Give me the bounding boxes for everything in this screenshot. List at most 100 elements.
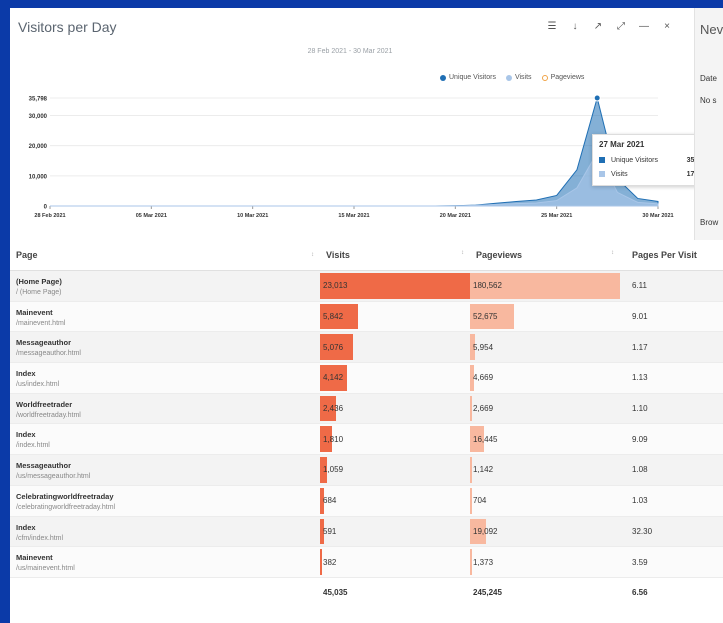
total-pages-per-visit: 6.56 [632, 588, 648, 598]
tooltip-row: Visits 17,682 [599, 167, 708, 181]
pageviews-cell: 704 [470, 486, 620, 516]
visits-value: 4,142 [323, 373, 344, 383]
table-row[interactable]: Index/cfm/index.html 591 19,092 32.30 [10, 516, 723, 548]
pageviews-value: 5,954 [473, 342, 494, 352]
page-title: Index [16, 430, 36, 440]
column-header-visits[interactable]: Visits ↕ [320, 240, 470, 270]
pageviews-value: 19,092 [473, 526, 498, 536]
column-header-page[interactable]: Page ↕ [10, 240, 320, 270]
table-row[interactable]: Index/us/index.html 4,142 4,669 1.13 [10, 363, 723, 394]
total-pageviews: 245,245 [473, 588, 502, 598]
y-tick-label: 20,000 [29, 144, 48, 150]
page-cell[interactable]: Index/index.html [10, 424, 320, 454]
pageviews-cell: 1,142 [470, 455, 620, 485]
table-row[interactable]: Celebratingworldfreetraday/celebratingwo… [10, 485, 723, 517]
column-header-pages-per-visit[interactable]: Pages Per Visit [620, 240, 723, 270]
page-title: Messageauthor [16, 338, 72, 348]
visits-cell: 1,059 [320, 455, 470, 485]
table-row[interactable]: (Home Page) / (Home Page) 23,013 180,562 6.1… [10, 271, 723, 302]
side-panel-line: Brow [700, 218, 719, 227]
sort-icon[interactable]: ↕ [461, 250, 464, 256]
pageviews-cell: 5,954 [470, 332, 620, 362]
pageviews-bar [470, 549, 472, 575]
table-totals-row: 45,035 245,245 6.56 [10, 578, 723, 608]
visits-cell: 382 [320, 547, 470, 577]
page-title: Worldfreetrader [16, 399, 73, 409]
table-row[interactable]: Mainevent/mainevent.html 5,842 52,675 9.01 [10, 301, 723, 333]
page-title: Messageauthor [16, 461, 72, 471]
table-row[interactable]: Worldfreetrader/worldfreetraday.html 2,43… [10, 393, 723, 425]
table-row[interactable]: Mainevent/us/mainevent.html 382 1,373 3.59 [10, 547, 723, 578]
total-visits: 45,035 [323, 588, 348, 598]
pageviews-bar [470, 457, 472, 483]
x-tick-label: 10 Mar 2021 [237, 213, 268, 219]
x-tick-label: 25 Mar 2021 [541, 213, 572, 219]
x-tick-label: 05 Mar 2021 [136, 213, 167, 219]
x-tick-label: 30 Mar 2021 [642, 213, 673, 219]
x-tick-label: 28 Feb 2021 [34, 213, 65, 219]
pageviews-cell: 52,675 [470, 302, 620, 332]
table-header-row: Page ↕ Visits ↕ Pageviews ↕ Pages Per Vi… [10, 240, 723, 271]
column-header-label: Visits [326, 250, 350, 260]
pageviews-bar [470, 487, 472, 514]
table-row[interactable]: Messageauthor/messageauthor.html 5,076 5,9… [10, 332, 723, 364]
visits-cell: 23,013 [320, 271, 470, 301]
pageviews-cell: 2,669 [470, 394, 620, 424]
page-cell[interactable]: Mainevent/mainevent.html [10, 302, 320, 332]
y-tick-label: 35,798 [29, 97, 48, 103]
page-path: /us/mainevent.html [16, 565, 75, 573]
visits-value: 5,842 [323, 312, 344, 322]
page-cell[interactable]: Messageauthor/us/messageauthor.html [10, 455, 320, 485]
visits-value: 1,810 [323, 434, 344, 444]
pageviews-value: 16,445 [473, 434, 498, 444]
series-area-unique-visitors [50, 96, 659, 207]
table-row[interactable]: Messageauthor/us/messageauthor.html 1,059… [10, 455, 723, 486]
page-cell[interactable]: Index/cfm/index.html [10, 517, 320, 547]
pages-per-visit-cell: 1.10 [632, 404, 648, 414]
series-area-visits [50, 151, 659, 207]
column-header-pageviews[interactable]: Pageviews ↕ [470, 240, 620, 270]
visits-value: 382 [323, 557, 337, 567]
pages-per-visit-cell: 1.13 [632, 373, 648, 383]
visits-cell: 5,076 [320, 332, 470, 362]
pageviews-cell: 19,092 [470, 517, 620, 547]
page-path: /messageauthor.html [16, 350, 81, 358]
pages-table: Page ↕ Visits ↕ Pageviews ↕ Pages Per Vi… [10, 240, 723, 608]
page-cell[interactable]: Worldfreetrader/worldfreetraday.html [10, 394, 320, 424]
sort-icon[interactable]: ↕ [311, 250, 314, 261]
visits-value: 23,013 [323, 281, 348, 291]
side-panel-title: Nev [700, 22, 723, 37]
pages-per-visit-cell: 3.59 [632, 557, 648, 567]
page-cell[interactable]: (Home Page) / (Home Page) [10, 271, 320, 301]
side-panel: Nev Date No s Brow [694, 8, 723, 240]
visits-value: 684 [323, 496, 337, 506]
page-cell[interactable]: Messageauthor/messageauthor.html [10, 332, 320, 362]
page-title: (Home Page) [16, 277, 62, 286]
pageviews-cell: 16,445 [470, 424, 620, 454]
pages-per-visit-cell: 6.11 [632, 281, 647, 291]
page-path: /index.html [16, 442, 50, 450]
pageviews-cell: 4,669 [470, 363, 620, 393]
pages-per-visit-cell: 9.09 [632, 434, 648, 444]
table-row[interactable]: Index/index.html 1,810 16,445 9.09 [10, 424, 723, 456]
page-path: /us/index.html [16, 381, 60, 389]
visits-cell: 4,142 [320, 363, 470, 393]
page-path: /mainevent.html [16, 319, 66, 327]
visits-value: 2,436 [323, 404, 344, 414]
pageviews-value: 704 [473, 496, 487, 506]
sort-icon[interactable]: ↕ [611, 250, 614, 256]
x-tick-label: 20 Mar 2021 [440, 213, 471, 219]
page-cell[interactable]: Celebratingworldfreetraday/celebratingwo… [10, 486, 320, 516]
page-cell[interactable]: Index/us/index.html [10, 363, 320, 393]
tooltip-swatch [599, 171, 605, 177]
pages-per-visit-cell: 1.08 [632, 465, 648, 475]
page-path: /celebratingworldfreetraday.html [16, 503, 116, 511]
page-cell[interactable]: Mainevent/us/mainevent.html [10, 547, 320, 577]
pageviews-value: 4,669 [473, 373, 494, 383]
page-path: / (Home Page) [16, 289, 62, 296]
pageviews-cell: 1,373 [470, 547, 620, 577]
visits-cell: 684 [320, 486, 470, 516]
x-tick-label: 15 Mar 2021 [338, 213, 369, 219]
page-path: /cfm/index.html [16, 534, 64, 542]
visits-cell: 591 [320, 517, 470, 547]
